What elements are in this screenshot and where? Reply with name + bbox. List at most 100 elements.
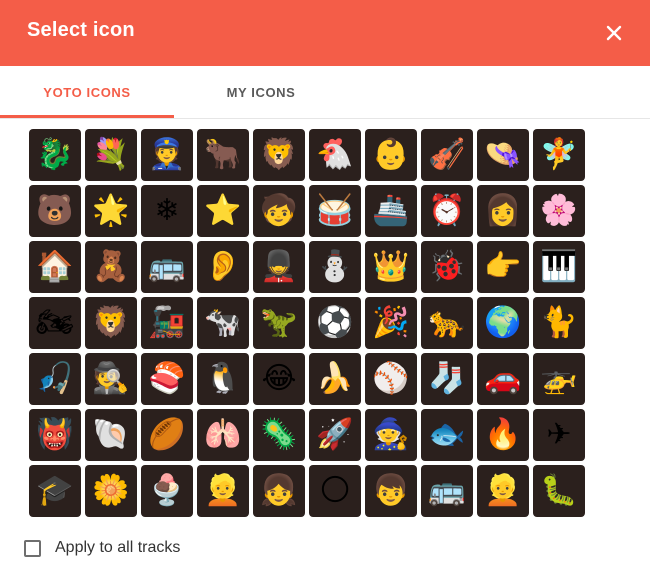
icon-tile[interactable]: 🕵 — [85, 353, 137, 405]
daisy-icon: 🌼 — [92, 473, 130, 508]
icon-tile[interactable]: 🦖 — [253, 297, 305, 349]
icon-tile[interactable]: 🌼 — [85, 465, 137, 517]
icon-tile[interactable]: 🐉 — [29, 129, 81, 181]
cat-icon: 🐈 — [540, 305, 578, 340]
tab-yoto-icons[interactable]: YOTO ICONS — [0, 66, 174, 118]
icon-tile[interactable]: 🎣 — [29, 353, 81, 405]
icon-tile[interactable]: 🌕 — [309, 465, 361, 517]
icon-tile[interactable]: 🧦 — [421, 353, 473, 405]
icon-tile[interactable]: 🐚 — [85, 409, 137, 461]
dragon-icon: 🐉 — [36, 137, 74, 172]
icon-tile[interactable]: 🚂 — [141, 297, 193, 349]
icon-tile[interactable]: 👱 — [477, 465, 529, 517]
icon-tile[interactable]: 🌍 — [477, 297, 529, 349]
icon-tile[interactable]: 💂 — [253, 241, 305, 293]
icon-tile[interactable]: 🎹 — [533, 241, 585, 293]
checkbox-box[interactable] — [24, 539, 41, 557]
cow-icon: 🐄 — [204, 305, 242, 340]
tab-my-icons[interactable]: MY ICONS — [174, 66, 348, 118]
icon-tile[interactable]: 👹 — [29, 409, 81, 461]
icon-tile[interactable]: ⚾ — [365, 353, 417, 405]
active-tab-indicator — [0, 115, 174, 118]
icon-tile[interactable]: 🏍 — [29, 297, 81, 349]
flower-icon: 🌸 — [540, 193, 578, 228]
icon-tile[interactable]: ⭐ — [197, 185, 249, 237]
icon-tile[interactable]: 🐞 — [421, 241, 473, 293]
icon-tile[interactable]: 🐧 — [197, 353, 249, 405]
icon-tile[interactable]: ✈ — [533, 409, 585, 461]
icon-tile[interactable]: 🐄 — [197, 297, 249, 349]
icon-tile[interactable]: 🎉 — [365, 297, 417, 349]
helicopter-icon: 🚁 — [540, 361, 578, 396]
icon-tile[interactable]: 👂 — [197, 241, 249, 293]
icon-tile[interactable]: 👦 — [365, 465, 417, 517]
icon-tile[interactable]: 🐻 — [29, 185, 81, 237]
icon-tile[interactable]: 🐔 — [309, 129, 361, 181]
icon-tile[interactable]: 🧒 — [253, 185, 305, 237]
dialog-header: Select icon — [0, 0, 650, 66]
icon-tile[interactable]: 🚌 — [141, 241, 193, 293]
icon-tile[interactable]: 👩 — [477, 185, 529, 237]
icon-tile[interactable]: 🚗 — [477, 353, 529, 405]
icon-tile[interactable]: 🍨 — [141, 465, 193, 517]
icon-tile[interactable]: 🚢 — [365, 185, 417, 237]
dialog-title: Select icon — [27, 19, 135, 41]
icon-tile[interactable]: 👉 — [477, 241, 529, 293]
icon-tile[interactable]: 🦁 — [85, 297, 137, 349]
rocket-icon: 🚀 — [316, 417, 354, 452]
party-popper-icon: 🎉 — [372, 305, 410, 340]
bouquet-icon: 💐 — [92, 137, 130, 172]
school-bus-icon: 🚌 — [428, 473, 466, 508]
icon-tile[interactable]: 👮 — [141, 129, 193, 181]
icon-tile[interactable]: 🧸 — [85, 241, 137, 293]
apply-to-all-checkbox[interactable]: Apply to all tracks — [24, 539, 180, 557]
icon-tile[interactable]: 🌸 — [533, 185, 585, 237]
icon-tile[interactable]: 🚌 — [421, 465, 473, 517]
icon-tile[interactable]: 🎻 — [421, 129, 473, 181]
icon-tile[interactable]: 🔥 — [477, 409, 529, 461]
london-bus-icon: 🚌 — [148, 249, 186, 284]
icon-tile[interactable]: 🫁 — [197, 409, 249, 461]
icon-tile[interactable]: ⛄ — [309, 241, 361, 293]
icon-tile[interactable]: 😂 — [253, 353, 305, 405]
icon-tile[interactable]: 🧚 — [533, 129, 585, 181]
icon-tile[interactable]: 👑 — [365, 241, 417, 293]
icon-tile[interactable]: 🦠 — [253, 409, 305, 461]
icon-tile[interactable]: 🐈 — [533, 297, 585, 349]
sparkle-star-icon: 🌟 — [92, 193, 130, 228]
rugby-ball-icon: 🏉 — [148, 417, 186, 452]
icon-tile[interactable]: 👧 — [253, 465, 305, 517]
icon-tile[interactable]: 🍌 — [309, 353, 361, 405]
icon-tile[interactable]: 👒 — [477, 129, 529, 181]
icon-tile[interactable]: 🥁 — [309, 185, 361, 237]
alarm-clock-icon: ⏰ — [428, 193, 466, 228]
baby-icon: 👶 — [372, 137, 410, 172]
hat-icon: 👒 — [484, 137, 522, 172]
close-button[interactable] — [600, 19, 628, 47]
icon-tile[interactable]: 🐟 — [421, 409, 473, 461]
icon-tile[interactable]: 👱 — [197, 465, 249, 517]
icon-tile[interactable]: 👶 — [365, 129, 417, 181]
icon-tile[interactable]: 🏠 — [29, 241, 81, 293]
close-icon — [606, 25, 622, 41]
icon-tile[interactable]: ⚽ — [309, 297, 361, 349]
icon-tile[interactable]: 🏉 — [141, 409, 193, 461]
icon-tile[interactable]: 🐂 — [197, 129, 249, 181]
icon-tile[interactable]: 🌟 — [85, 185, 137, 237]
fish-icon: 🐟 — [428, 417, 466, 452]
icon-tile[interactable]: 🦁 — [253, 129, 305, 181]
icon-tile[interactable]: 🧙 — [365, 409, 417, 461]
icon-tile[interactable]: 🐛 — [533, 465, 585, 517]
icon-tile[interactable]: 🚁 — [533, 353, 585, 405]
ox-icon: 🐂 — [204, 137, 242, 172]
icon-tile[interactable]: ❄ — [141, 185, 193, 237]
icon-tile[interactable]: 🐆 — [421, 297, 473, 349]
select-icon-dialog: Select icon YOTO ICONS MY ICONS 🐉 💐 👮 🐂 🦁 🐔 👶 🎻… — [0, 0, 650, 585]
icon-tile[interactable]: 🎓 — [29, 465, 81, 517]
icon-grid: 🐉 💐 👮 🐂 🦁 🐔 👶 🎻 👒 🧚 🐻 🌟 ❄ ⭐ 🧒 🥁 🚢 ⏰ 👩 🌸 🏠 🧸 🚌 👂 💂 ⛄ 👑 🐞 👉 🎹 🏍 🦁 🚂 🐄 🦖 ⚽ 🎉 🐆 🌍 🐈… — [29, 129, 585, 517]
icon-tile[interactable]: 🍣 — [141, 353, 193, 405]
icon-tile[interactable]: 🚀 — [309, 409, 361, 461]
icon-tile[interactable]: ⏰ — [421, 185, 473, 237]
icon-tile[interactable]: 💐 — [85, 129, 137, 181]
witch-hat-icon: 🧙 — [372, 417, 410, 452]
